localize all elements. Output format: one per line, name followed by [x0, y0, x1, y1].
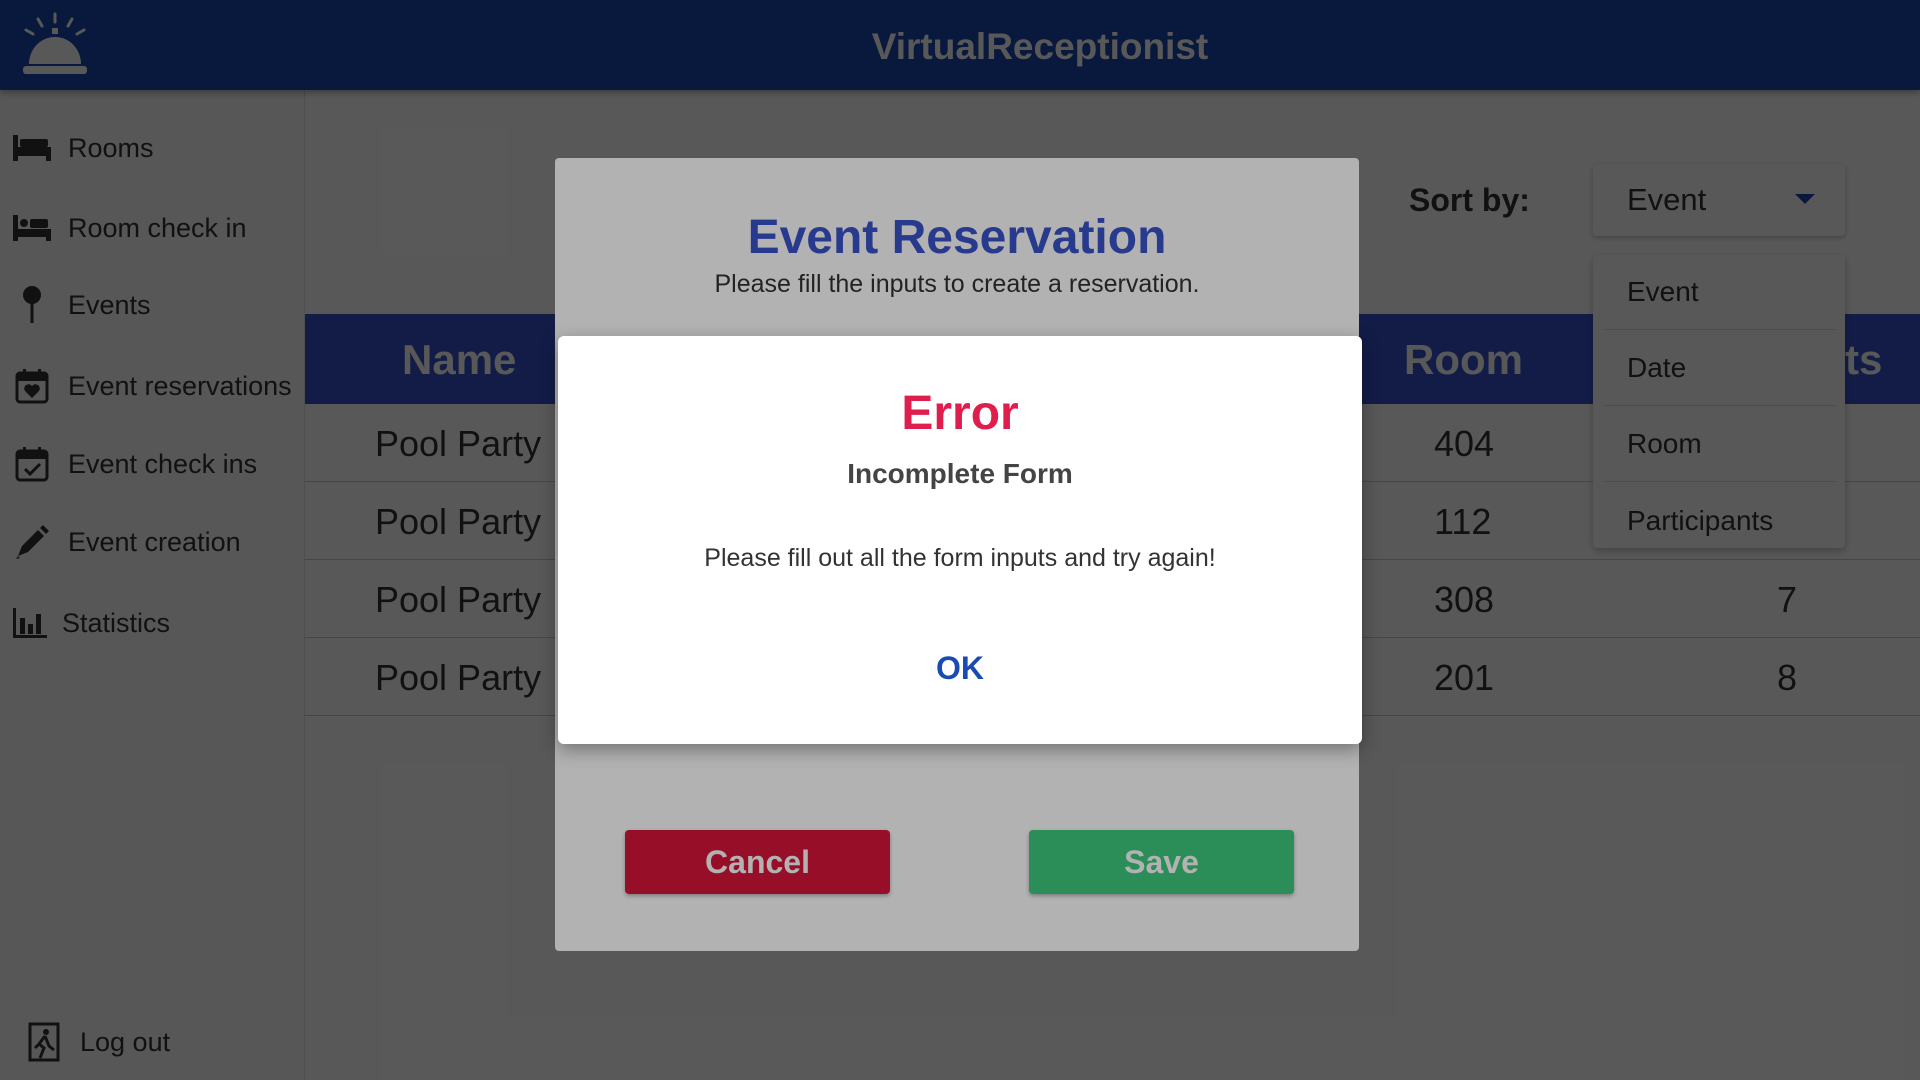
error-title: Error	[901, 387, 1019, 440]
error-dialog: Error Incomplete Form Please fill out al…	[558, 336, 1362, 744]
error-message: Please fill out all the form inputs and …	[704, 544, 1216, 572]
ok-button[interactable]: OK	[900, 636, 1020, 700]
error-subtitle: Incomplete Form	[847, 458, 1073, 489]
